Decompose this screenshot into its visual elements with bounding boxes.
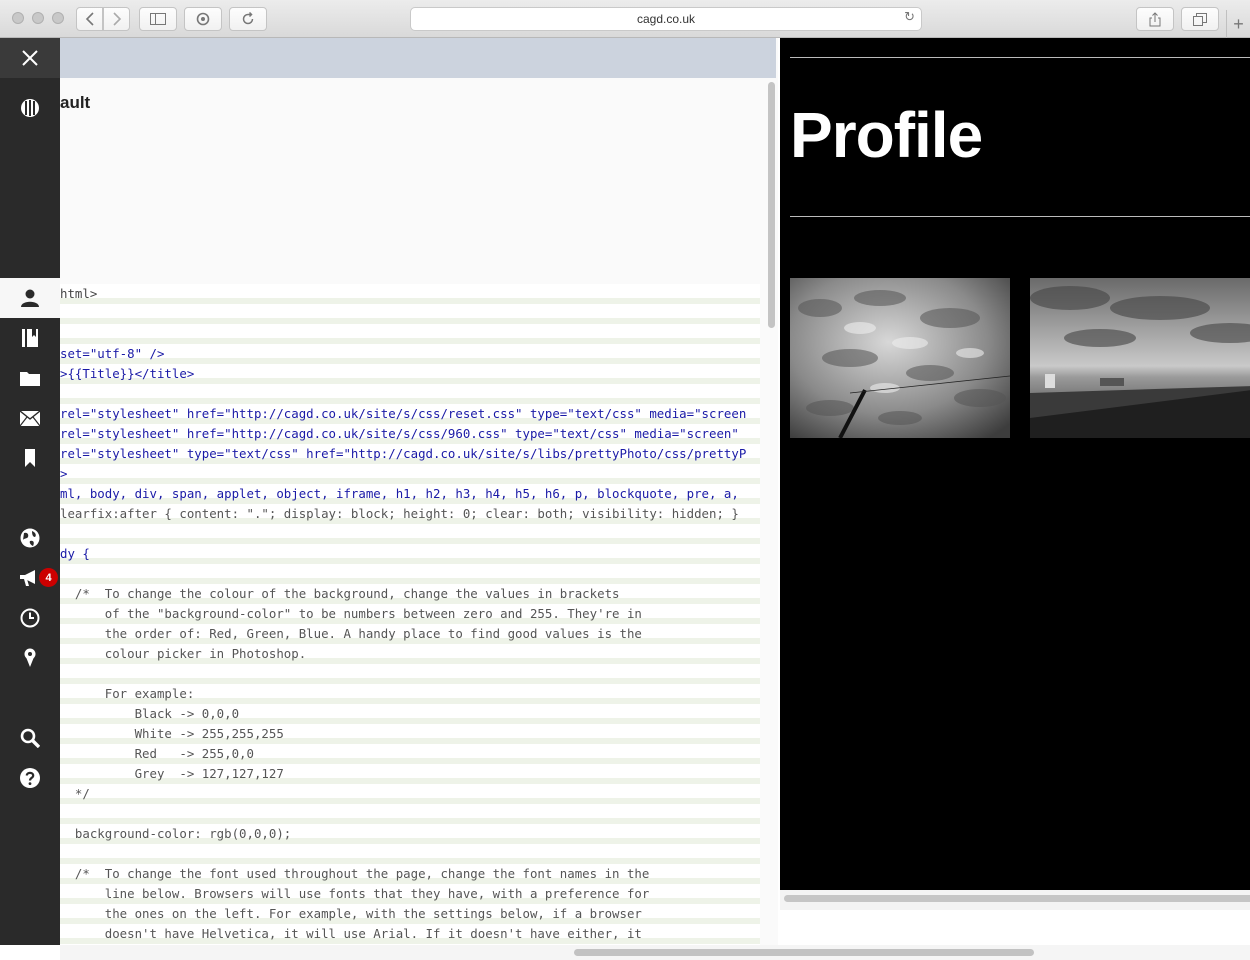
reload-icon[interactable]: ↻ bbox=[904, 10, 915, 25]
sidebar-item-files[interactable] bbox=[0, 358, 60, 398]
sidebar-item-messages[interactable] bbox=[0, 398, 60, 438]
close-icon bbox=[22, 50, 38, 66]
forward-button[interactable] bbox=[103, 7, 130, 31]
extension-icon bbox=[196, 12, 210, 26]
editor-vertical-scrollbar[interactable] bbox=[768, 82, 775, 328]
refresh-icon bbox=[242, 12, 254, 25]
sidebar-item-pages[interactable] bbox=[0, 318, 60, 358]
help-icon bbox=[20, 768, 40, 788]
code-line: background-color: rgb(0,0,0); bbox=[60, 826, 292, 841]
book-icon bbox=[22, 329, 38, 347]
tabs-button[interactable] bbox=[1181, 7, 1219, 31]
page-scroll-thumb[interactable] bbox=[574, 949, 1034, 956]
code-line: For example: bbox=[60, 686, 195, 701]
sidebar-item-bookmarks[interactable] bbox=[0, 438, 60, 478]
code-line: rel="stylesheet" href="http://cagd.co.uk… bbox=[60, 406, 747, 421]
sidebar-item-web[interactable] bbox=[0, 518, 60, 558]
refresh-button[interactable] bbox=[229, 7, 267, 31]
preview-top-rule bbox=[790, 57, 1250, 58]
close-window-dot[interactable] bbox=[12, 12, 24, 24]
preview-horizontal-scrollbar[interactable] bbox=[780, 890, 1250, 910]
new-tab-button[interactable]: + bbox=[1226, 10, 1250, 38]
code-line: html> bbox=[60, 286, 98, 301]
back-icon bbox=[85, 12, 94, 26]
forward-icon bbox=[112, 12, 121, 26]
tabs-icon bbox=[1193, 12, 1207, 26]
extension-button[interactable] bbox=[184, 7, 222, 31]
code-line: >{{Title}}</title> bbox=[60, 366, 195, 381]
theme-icon bbox=[21, 99, 39, 117]
megaphone-icon bbox=[20, 570, 35, 586]
code-line: rel="stylesheet" type="text/css" href="h… bbox=[60, 446, 747, 461]
code-line: > bbox=[60, 466, 68, 481]
address-bar[interactable]: cagd.co.uk ↻ bbox=[410, 7, 922, 31]
zoom-window-dot[interactable] bbox=[52, 12, 64, 24]
preview-scroll-thumb[interactable] bbox=[784, 895, 1250, 902]
back-button[interactable] bbox=[76, 7, 103, 31]
page-horizontal-scrollbar[interactable] bbox=[60, 945, 1250, 960]
code-line: rel="stylesheet" href="http://cagd.co.uk… bbox=[60, 426, 739, 441]
share-icon bbox=[1149, 11, 1161, 26]
notification-badge: 4 bbox=[39, 568, 58, 587]
code-line: set="utf-8" /> bbox=[60, 346, 165, 361]
code-line: /* To change the colour of the backgroun… bbox=[60, 586, 620, 601]
globe-icon bbox=[20, 528, 40, 548]
code-line: of the "background-color" to be numbers … bbox=[60, 606, 642, 621]
location-icon bbox=[24, 648, 36, 667]
folder-icon bbox=[20, 372, 40, 386]
code-line: colour picker in Photoshop. bbox=[60, 646, 307, 661]
code-line: learfix:after { content: "."; display: b… bbox=[60, 506, 739, 521]
code-line: /* To change the font used throughout th… bbox=[60, 866, 650, 881]
sidebar-item-location[interactable] bbox=[0, 638, 60, 678]
site-preview: Profile bbox=[780, 38, 1250, 890]
code-line: Red -> 255,0,0 bbox=[60, 746, 254, 761]
url-text: cagd.co.uk bbox=[636, 12, 696, 26]
sidebar-item-help[interactable] bbox=[0, 758, 60, 798]
preview-page-title: Profile bbox=[790, 99, 983, 171]
code-line: Black -> 0,0,0 bbox=[60, 706, 240, 721]
template-name: ault bbox=[60, 93, 91, 112]
code-line: the order of: Red, Green, Blue. A handy … bbox=[60, 626, 642, 641]
sidebar-item-history[interactable] bbox=[0, 598, 60, 638]
browser-toolbar: cagd.co.uk ↻ + bbox=[0, 0, 1250, 38]
mail-icon bbox=[20, 410, 40, 426]
code-line: the ones on the left. For example, with … bbox=[60, 906, 642, 921]
sidebar-close-button[interactable] bbox=[0, 38, 60, 78]
cloudy-sky-photo[interactable] bbox=[790, 278, 1010, 438]
sidebar-item-search[interactable] bbox=[0, 718, 60, 758]
minimize-window-dot[interactable] bbox=[32, 12, 44, 24]
code-line: Grey -> 127,127,127 bbox=[60, 766, 284, 781]
search-icon bbox=[20, 728, 40, 748]
sidebar-item-profile[interactable] bbox=[0, 278, 60, 318]
editor-header-bar bbox=[60, 38, 776, 78]
code-line: line below. Browsers will use fonts that… bbox=[60, 886, 650, 901]
code-line: ml, body, div, span, applet, object, ifr… bbox=[60, 486, 739, 501]
sidebar-button[interactable] bbox=[139, 7, 177, 31]
sidebar-item-theme[interactable] bbox=[0, 88, 60, 128]
code-line: */ bbox=[60, 786, 90, 801]
code-line: doesn't have Helvetica, it will use Aria… bbox=[60, 926, 642, 941]
bookmark-icon bbox=[25, 449, 35, 467]
code-area[interactable]: html> set="utf-8" /> >{{Title}}</title> … bbox=[60, 284, 760, 945]
user-icon bbox=[21, 289, 39, 307]
share-button[interactable] bbox=[1136, 7, 1174, 31]
code-line: White -> 255,255,255 bbox=[60, 726, 284, 741]
code-line: dy { bbox=[60, 546, 90, 561]
clock-icon bbox=[20, 608, 40, 628]
sidebar-icon bbox=[150, 13, 166, 25]
beach-photo[interactable] bbox=[1030, 278, 1250, 438]
sidebar-item-announcements[interactable]: 4 bbox=[0, 558, 60, 598]
preview-bottom-rule bbox=[790, 216, 1250, 217]
editor-sidebar: 4 bbox=[0, 38, 60, 945]
template-editor: ault html> set="utf-8" /> >{{Title}}</ti… bbox=[60, 38, 778, 945]
